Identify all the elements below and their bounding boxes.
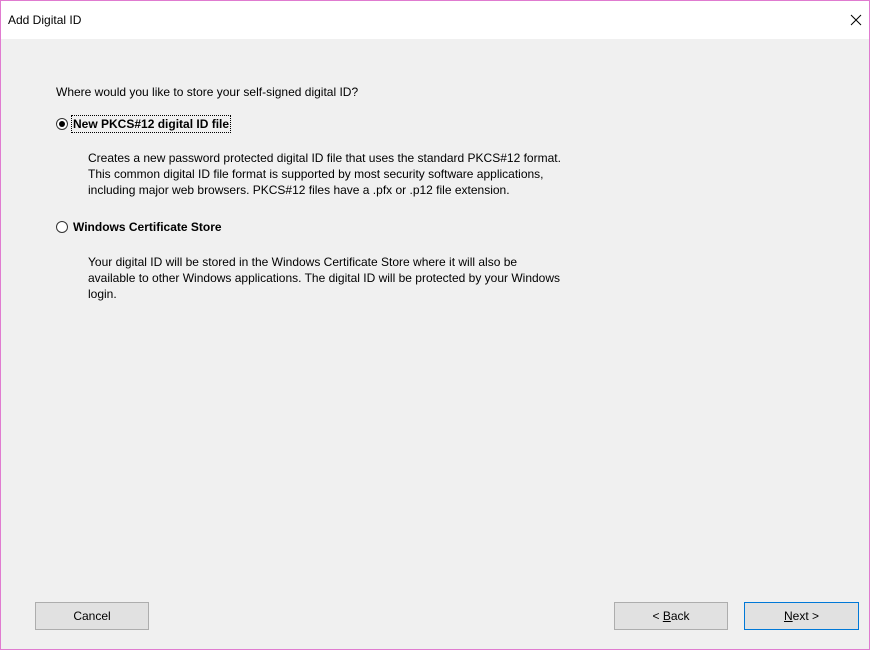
option-pkcs12-file[interactable]: New PKCS#12 digital ID file — [56, 115, 232, 133]
radio-windows-certificate-store[interactable] — [56, 221, 68, 233]
cancel-button-label: Cancel — [73, 609, 111, 623]
add-digital-id-dialog: Add Digital ID Where would you like to s… — [0, 0, 870, 650]
dialog-content: Where would you like to store your self-… — [1, 39, 869, 649]
description-line: Creates a new password protected digital… — [88, 151, 561, 165]
option-windows-store-label[interactable]: Windows Certificate Store — [73, 220, 222, 234]
next-button-mnemonic: N — [783, 609, 793, 623]
back-button[interactable]: < Back — [614, 602, 728, 630]
back-button-mnemonic: B — [662, 609, 671, 623]
storage-question: Where would you like to store your self-… — [56, 85, 359, 99]
title-bar[interactable]: Add Digital ID — [1, 1, 869, 39]
next-button[interactable]: Next > — [744, 602, 859, 630]
back-button-prefix: < — [652, 609, 663, 623]
radio-pkcs12-file[interactable] — [56, 118, 68, 130]
description-line: This common digital ID file format is su… — [88, 167, 544, 181]
close-button[interactable] — [843, 1, 869, 39]
option-pkcs12-description: Creates a new password protected digital… — [88, 150, 648, 198]
cancel-button[interactable]: Cancel — [35, 602, 149, 630]
description-line: Your digital ID will be stored in the Wi… — [88, 255, 518, 269]
next-button-rest: ext > — [792, 609, 820, 623]
option-windows-certificate-store[interactable]: Windows Certificate Store — [56, 220, 222, 234]
close-icon — [850, 14, 862, 26]
description-line: available to other Windows applications.… — [88, 271, 561, 285]
window-title: Add Digital ID — [8, 13, 82, 27]
option-pkcs12-label[interactable]: New PKCS#12 digital ID file — [70, 115, 232, 133]
back-button-rest: ack — [670, 609, 690, 623]
description-line: including major web browsers. PKCS#12 fi… — [88, 183, 510, 197]
description-line: login. — [88, 287, 117, 301]
option-windows-store-description: Your digital ID will be stored in the Wi… — [88, 254, 648, 302]
